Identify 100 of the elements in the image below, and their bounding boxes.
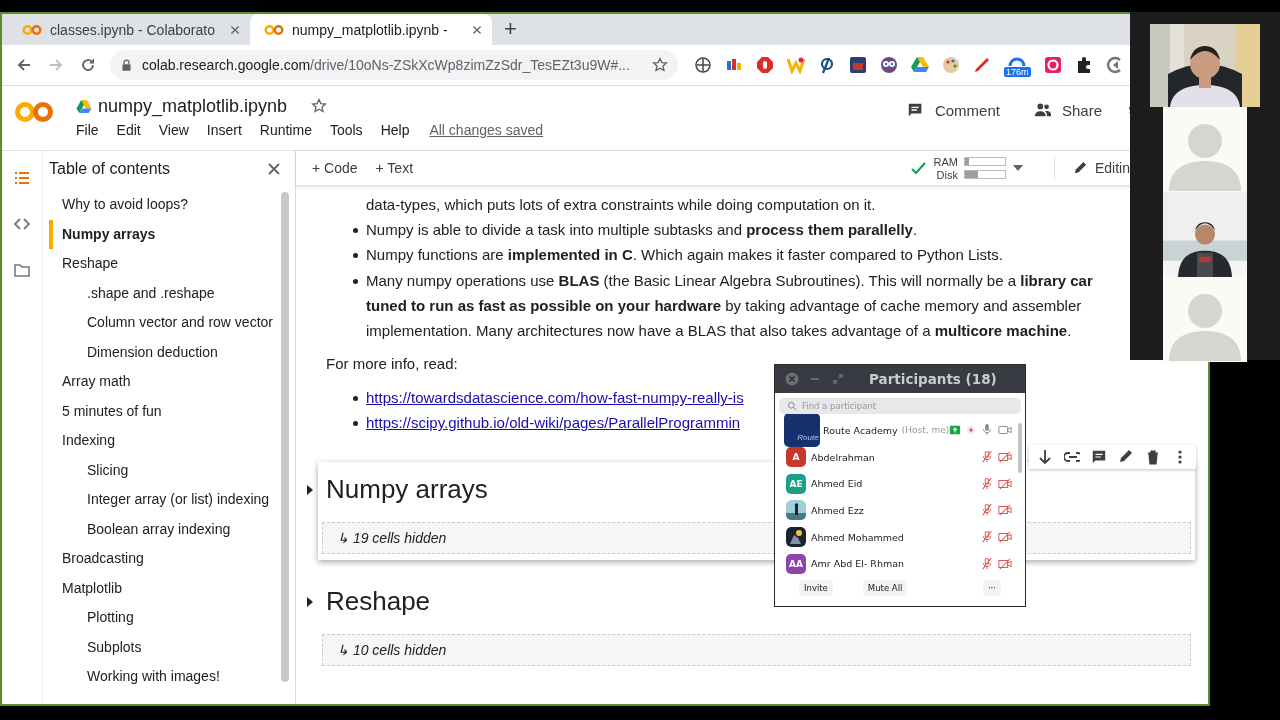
star-icon[interactable] bbox=[311, 98, 328, 114]
browser-tab[interactable]: classes.ipynb - Colaborato bbox=[8, 14, 250, 45]
invite-button[interactable]: Invite bbox=[799, 580, 833, 596]
bullet-text: Numpy functions are implemented in C. Which again makes it faster compared to Python Lists. bbox=[366, 245, 1003, 266]
toc-item[interactable]: Slicing bbox=[49, 455, 281, 485]
search-field[interactable]: Find a participant bbox=[779, 398, 1021, 414]
menu-item[interactable]: Runtime bbox=[259, 122, 312, 138]
mute-all-button[interactable]: Mute All bbox=[862, 580, 908, 596]
bookmark-star-icon[interactable] bbox=[652, 57, 668, 73]
scrollbar-thumb[interactable] bbox=[1018, 423, 1022, 473]
participant-name: Abdelrahman bbox=[811, 451, 875, 463]
comment-button[interactable]: Comment bbox=[898, 95, 1008, 125]
section-heading: Reshape bbox=[326, 585, 431, 616]
menu-item[interactable]: Edit bbox=[116, 122, 141, 138]
toc-item[interactable]: Reshape bbox=[49, 249, 281, 279]
people-icon bbox=[1033, 101, 1052, 119]
extension-icon[interactable] bbox=[818, 56, 836, 74]
participant-role: (Host, me) bbox=[901, 425, 950, 436]
participant-name: Route Academy bbox=[823, 424, 898, 436]
browser-tab[interactable]: numpy_matplotlib.ipynb - bbox=[250, 14, 492, 45]
search-icon bbox=[787, 401, 797, 411]
colab-logo-icon bbox=[264, 23, 284, 36]
hidden-cells-button[interactable]: ↳ 10 cells hidden bbox=[322, 633, 1191, 666]
reload-icon[interactable] bbox=[80, 57, 96, 73]
link[interactable]: https://scipy.github.io/old-wiki/pages/ParallelProgrammin bbox=[366, 410, 741, 436]
table-of-contents-icon[interactable] bbox=[14, 170, 30, 186]
toc-item[interactable]: .shape and .reshape bbox=[49, 278, 281, 308]
toc-item[interactable]: Broadcasting bbox=[49, 544, 281, 574]
editing-button[interactable]: Editin bbox=[1072, 160, 1130, 176]
add-cell-button[interactable]: + Code bbox=[312, 160, 358, 176]
panel-title: Table of contents bbox=[49, 159, 170, 178]
extension-icon[interactable] bbox=[849, 56, 867, 74]
toc-item[interactable]: Matplotlib bbox=[49, 573, 281, 603]
code-icon[interactable] bbox=[14, 216, 30, 232]
participant-name: Amr Abd El- Rhman bbox=[811, 558, 905, 570]
avatar: AA bbox=[786, 553, 806, 574]
extension-icon[interactable] bbox=[880, 56, 898, 74]
share-button[interactable]: Share bbox=[1025, 95, 1110, 125]
menu-item[interactable]: Tools bbox=[329, 122, 363, 138]
bullet-text: implementation. Many architectures now have a BLAS that also takes advantage of a multicore machine. bbox=[366, 321, 1073, 341]
arrow-down-icon[interactable] bbox=[1037, 448, 1053, 465]
toc-item[interactable]: Indexing bbox=[49, 426, 281, 456]
close-icon[interactable] bbox=[230, 24, 240, 35]
participant-name: Ahmed Mohammed bbox=[811, 531, 904, 543]
address-field[interactable]: colab.research.google.com/drive/10oNs-ZSkXcWp8zimZzSdr_TesEZt3u9W#... bbox=[110, 50, 678, 80]
folder-icon[interactable] bbox=[14, 262, 30, 278]
avatar: A bbox=[786, 447, 806, 468]
caret-down-icon[interactable] bbox=[1011, 164, 1024, 172]
menu-item[interactable]: View bbox=[158, 122, 189, 138]
menu-item[interactable]: Insert bbox=[206, 122, 242, 138]
drive-icon bbox=[76, 98, 92, 114]
participant-name: Ahmed Ezz bbox=[811, 504, 864, 516]
paragraph-text: For more info, read: bbox=[326, 354, 459, 375]
extension-badge: 176m bbox=[1004, 67, 1031, 77]
pencil-icon bbox=[1072, 160, 1088, 176]
comment-icon[interactable] bbox=[1091, 448, 1107, 465]
panel-title: Participants (18) bbox=[869, 371, 997, 387]
participant-name: Ahmed Eid bbox=[811, 478, 863, 490]
link[interactable]: https://towardsdatascience.com/how-fast-numpy-really-is bbox=[366, 385, 744, 411]
toc-item[interactable]: Subplots bbox=[49, 632, 281, 662]
colab-logo-icon bbox=[22, 23, 42, 36]
delete-icon[interactable] bbox=[1145, 448, 1161, 465]
url-text: colab.research.google.com/drive/10oNs-ZSkXcWp8zimZzSdr_TesEZt3u9W#... bbox=[142, 57, 631, 73]
add-cell-button[interactable]: + Text bbox=[375, 160, 414, 176]
toc-item[interactable]: Column vector and row vector bbox=[49, 308, 281, 338]
bullet-icon bbox=[353, 396, 358, 402]
toc-item[interactable]: Dimension deduction bbox=[49, 337, 281, 367]
colab-logo-icon bbox=[14, 100, 54, 124]
toc-item[interactable]: Working with images! bbox=[49, 662, 281, 692]
bullet-text: tuned to run as fast as possible on your hardware by taking advantage of cache memory and assembler bbox=[366, 295, 1083, 316]
back-icon[interactable] bbox=[16, 57, 32, 73]
bullet-icon bbox=[353, 228, 358, 234]
lock-icon bbox=[120, 58, 133, 72]
extension-icon[interactable] bbox=[694, 56, 712, 74]
toc-item[interactable]: 5 minutes of fun bbox=[49, 396, 281, 426]
bullet-icon bbox=[353, 278, 358, 284]
new-tab-button[interactable]: + bbox=[504, 17, 517, 41]
toc-item[interactable]: Plotting bbox=[49, 603, 281, 633]
check-icon bbox=[909, 160, 926, 176]
record-icon bbox=[966, 425, 977, 436]
pencil-icon[interactable] bbox=[1118, 448, 1134, 465]
close-icon[interactable] bbox=[267, 161, 281, 176]
close-icon[interactable] bbox=[785, 372, 799, 386]
bullet-icon bbox=[353, 253, 358, 259]
bullet-text: Numpy is able to divide a task into multiple subtasks and process them parallelly. bbox=[366, 220, 918, 241]
toc-item[interactable]: Integer array (or list) indexing bbox=[49, 485, 281, 515]
more-button[interactable]: ··· bbox=[982, 580, 1001, 596]
resources-indicator[interactable]: RAM Disk bbox=[933, 155, 1006, 181]
save-status-link[interactable]: All changes saved bbox=[429, 122, 544, 138]
collapse-triangle-icon[interactable] bbox=[306, 483, 314, 496]
avatar: Route bbox=[784, 413, 820, 448]
toc-item[interactable]: Boolean array indexing bbox=[49, 514, 281, 544]
scrollbar-thumb[interactable] bbox=[281, 192, 289, 682]
toc-item[interactable]: Array math bbox=[49, 367, 281, 397]
notebook-title[interactable]: numpy_matplotlib.ipynb bbox=[98, 95, 288, 117]
menu-item[interactable]: File bbox=[76, 122, 99, 138]
menu-item[interactable]: Help bbox=[380, 122, 410, 138]
collapse-triangle-icon[interactable] bbox=[306, 595, 314, 608]
toc-item[interactable]: Why to avoid loops? bbox=[49, 190, 281, 220]
close-icon[interactable] bbox=[472, 24, 482, 35]
